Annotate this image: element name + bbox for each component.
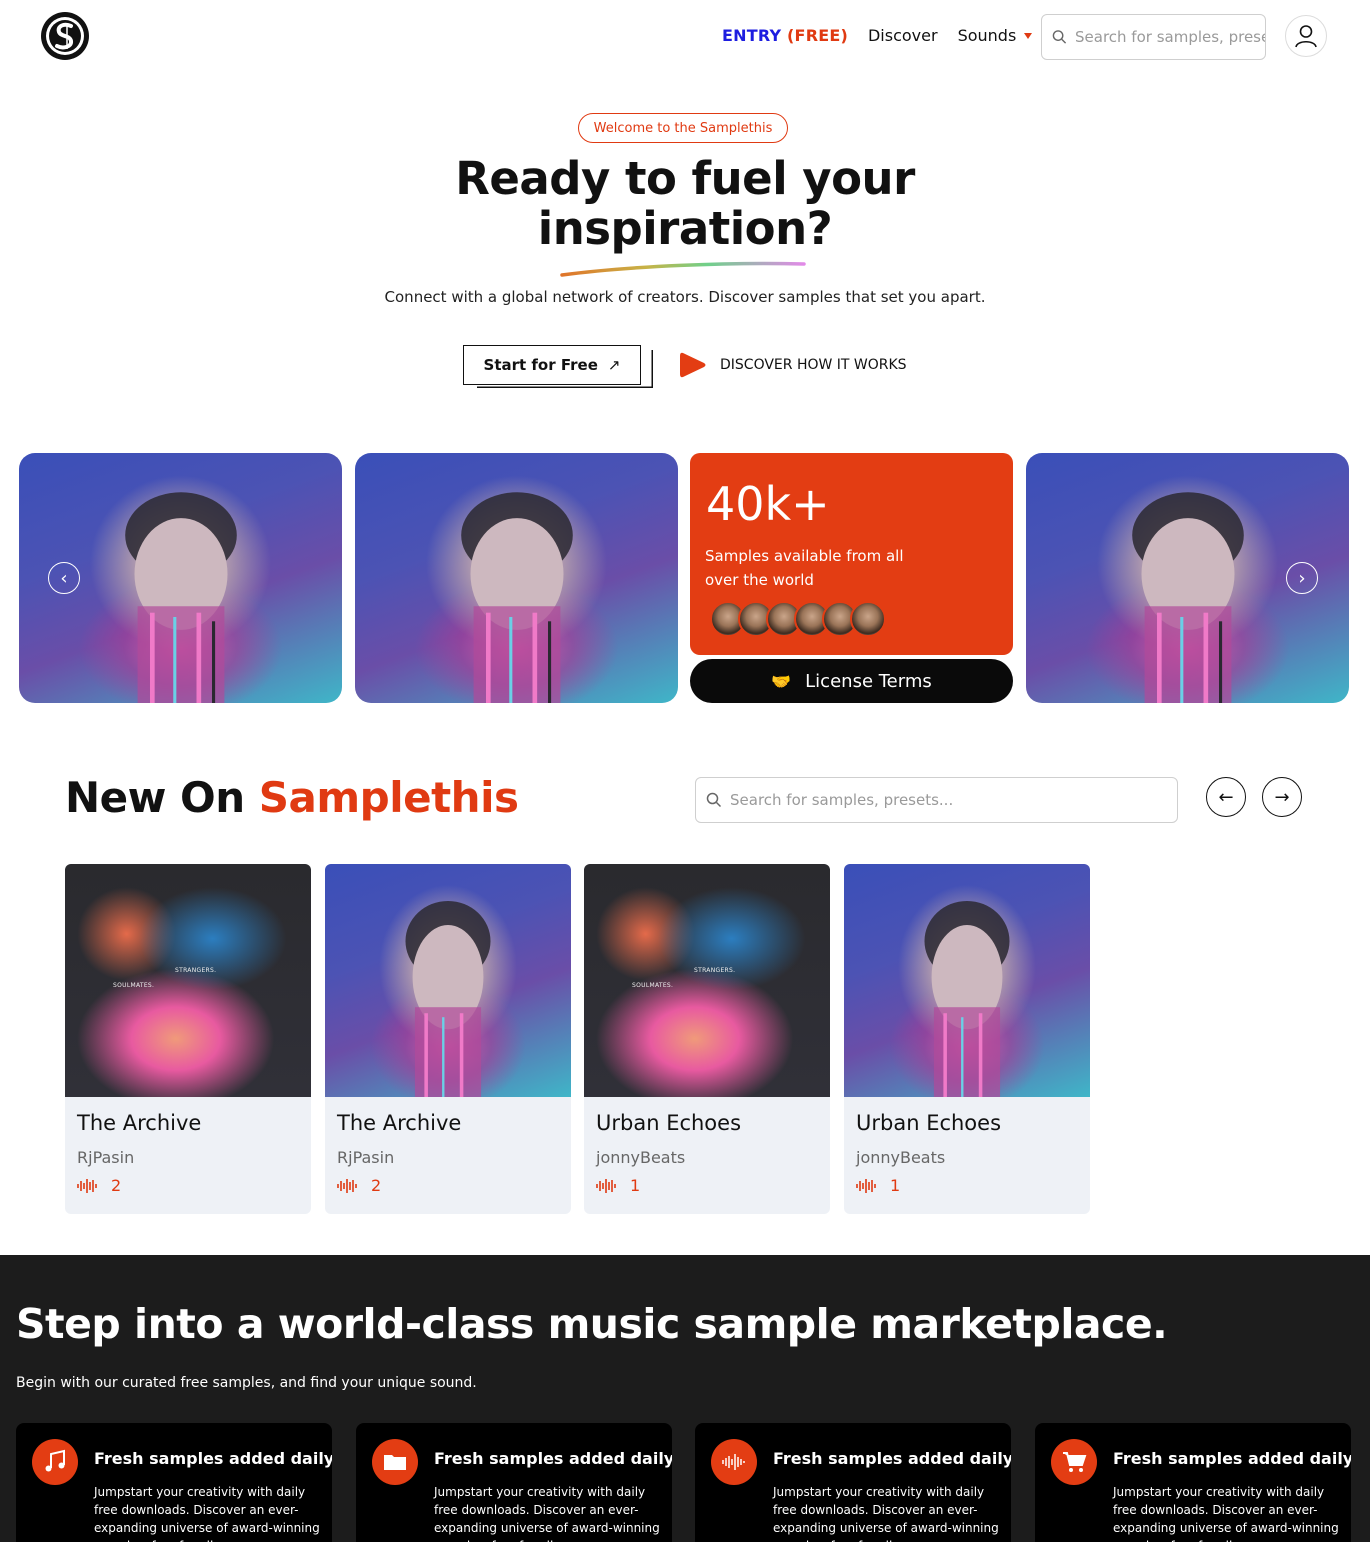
main-nav: ENTRY (FREE) Discover Sounds <box>722 26 1033 45</box>
creator-avatars <box>710 601 886 637</box>
card-title: Urban Echoes <box>596 1111 742 1135</box>
carousel-prev-button[interactable]: ‹ <box>48 562 80 594</box>
sample-card[interactable]: The Archive RjPasin 2 <box>325 864 571 1214</box>
prev-page-button[interactable]: ← <box>1206 777 1246 817</box>
search-icon <box>706 792 722 808</box>
discover-how-it-works-button[interactable]: DISCOVER HOW IT WORKS <box>680 350 907 380</box>
statue-artwork-image <box>924 900 1010 1097</box>
samples-stat-card: 40k+ Samples available from all over the… <box>690 453 1013 655</box>
section-search-input[interactable] <box>730 791 1150 809</box>
header-search-input[interactable] <box>1075 28 1265 46</box>
samples-count: 40k+ <box>706 477 830 531</box>
shopping-cart-icon <box>1051 1439 1097 1485</box>
start-for-free-button[interactable]: Start for Free ↗ <box>463 345 641 385</box>
samplethis-logo[interactable] <box>40 11 90 61</box>
statue-artwork-image <box>325 864 571 1097</box>
next-page-button[interactable]: → <box>1262 777 1302 817</box>
arrow-up-right-icon: ↗ <box>607 356 621 374</box>
avatar <box>850 601 886 637</box>
statue-artwork-image <box>1131 492 1244 703</box>
handshake-icon: 🤝 <box>771 671 792 691</box>
card-title: The Archive <box>337 1111 462 1135</box>
license-terms-button[interactable]: 🤝 License Terms <box>690 659 1013 703</box>
sample-count: 1 <box>596 1176 640 1195</box>
arrow-left-icon: ← <box>1218 786 1234 808</box>
sample-count: 1 <box>856 1176 900 1195</box>
artwork-text: SOULMATES. <box>632 982 674 989</box>
feature-title: Fresh samples added daily <box>434 1449 672 1468</box>
carousel-next-button[interactable]: › <box>1286 562 1318 594</box>
waveform-icon <box>711 1439 757 1485</box>
waveform-icon <box>596 1178 616 1193</box>
sample-card[interactable]: SOULMATES. STRANGERS. The Archive RjPasi… <box>65 864 311 1214</box>
card-author: jonnyBeats <box>856 1148 946 1167</box>
soulmates-artwork-image: SOULMATES. STRANGERS. <box>65 864 311 1097</box>
search-icon <box>1052 30 1067 44</box>
section-title: New On Samplethis <box>65 773 519 822</box>
music-note-icon <box>32 1439 78 1485</box>
feature-card: Fresh samples added daily Jumpstart your… <box>695 1423 1011 1542</box>
welcome-badge: Welcome to the Samplethis <box>578 113 788 143</box>
card-title: The Archive <box>77 1111 202 1135</box>
nav-sounds-dropdown[interactable]: Sounds <box>958 26 1033 45</box>
card-author: jonnyBeats <box>596 1148 686 1167</box>
feature-card: Fresh samples added daily Jumpstart your… <box>16 1423 332 1542</box>
feature-card: Fresh samples added daily Jumpstart your… <box>356 1423 672 1542</box>
carousel-slide-artwork[interactable]: › <box>1026 453 1349 703</box>
carousel-slide-artwork[interactable]: ‹ <box>19 453 342 703</box>
hero-title: Ready to fuel your inspiration? <box>455 152 915 255</box>
play-icon <box>680 352 706 378</box>
statue-artwork-image <box>460 492 573 703</box>
card-author: RjPasin <box>337 1148 395 1167</box>
feature-text: Jumpstart your creativity with daily fre… <box>773 1485 999 1542</box>
sample-card[interactable]: Urban Echoes jonnyBeats 1 <box>844 864 1090 1214</box>
statue-artwork-image <box>124 492 237 703</box>
user-icon <box>1295 25 1317 48</box>
statue-artwork-image <box>405 900 491 1097</box>
nav-entry-free[interactable]: ENTRY (FREE) <box>722 26 848 45</box>
caret-down-icon <box>1024 33 1033 39</box>
feature-card: Fresh samples added daily Jumpstart your… <box>1035 1423 1351 1542</box>
site-header: ENTRY (FREE) Discover Sounds <box>0 0 1370 74</box>
feature-title: Fresh samples added daily <box>773 1449 1011 1468</box>
sample-count: 2 <box>337 1176 381 1195</box>
user-account-button[interactable] <box>1285 15 1327 57</box>
sample-count: 2 <box>77 1176 121 1195</box>
hero-underline-decoration <box>560 261 806 277</box>
artwork-text: STRANGERS. <box>694 967 736 974</box>
soulmates-artwork-image: SOULMATES. STRANGERS. <box>584 864 830 1097</box>
sample-card[interactable]: SOULMATES. STRANGERS. Urban Echoes jonny… <box>584 864 830 1214</box>
nav-discover[interactable]: Discover <box>868 26 938 45</box>
carousel-slide-artwork[interactable] <box>355 453 678 703</box>
feature-text: Jumpstart your creativity with daily fre… <box>1113 1485 1339 1542</box>
header-search <box>1041 14 1266 60</box>
hero-subtitle: Connect with a global network of creator… <box>384 288 986 306</box>
feature-text: Jumpstart your creativity with daily fre… <box>434 1485 660 1542</box>
card-author: RjPasin <box>77 1148 135 1167</box>
marketplace-title: Step into a world-class music sample mar… <box>16 1300 1168 1348</box>
samples-stat-text: Samples available from all over the worl… <box>705 547 904 589</box>
waveform-icon <box>856 1178 876 1193</box>
feature-title: Fresh samples added daily <box>1113 1449 1351 1468</box>
marketplace-subtitle: Begin with our curated free samples, and… <box>16 1375 477 1391</box>
folder-icon <box>372 1439 418 1485</box>
statue-artwork-image <box>844 864 1090 1097</box>
artwork-text: SOULMATES. <box>113 982 155 989</box>
waveform-icon <box>77 1178 97 1193</box>
waveform-icon <box>337 1178 357 1193</box>
feature-title: Fresh samples added daily <box>94 1449 332 1468</box>
arrow-right-icon: → <box>1274 786 1290 808</box>
artwork-text: STRANGERS. <box>175 967 217 974</box>
card-title: Urban Echoes <box>856 1111 1002 1135</box>
feature-text: Jumpstart your creativity with daily fre… <box>94 1485 320 1542</box>
section-search <box>695 777 1178 823</box>
